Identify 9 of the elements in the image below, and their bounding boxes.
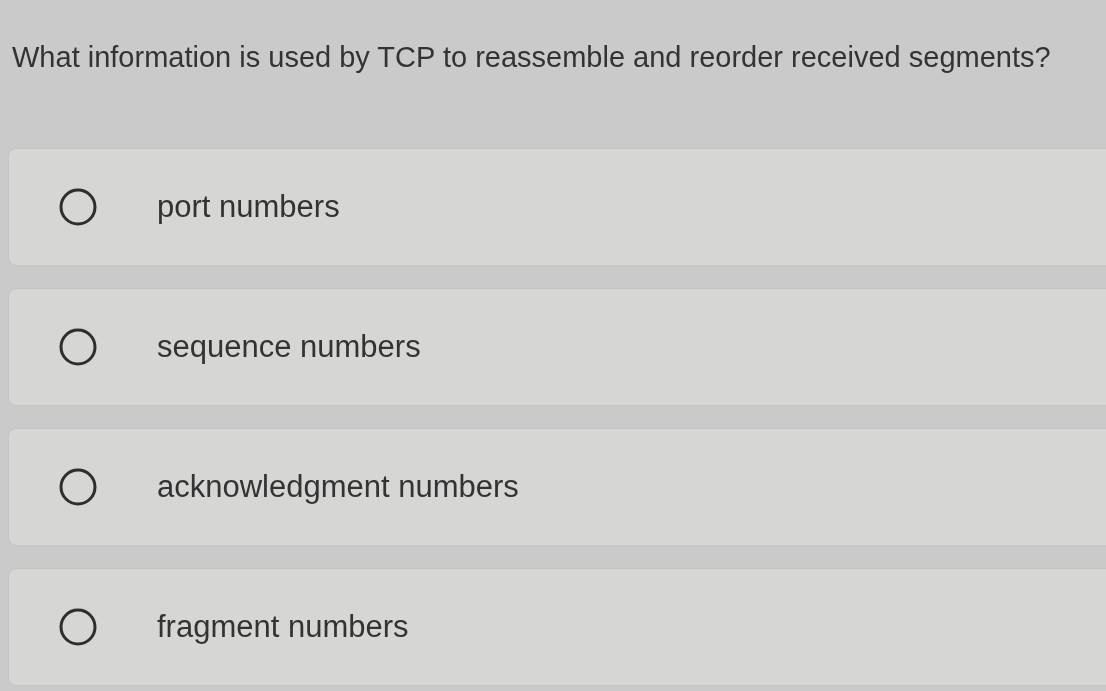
answer-option[interactable]: acknowledgment numbers bbox=[8, 428, 1106, 546]
answer-option[interactable]: fragment numbers bbox=[8, 568, 1106, 686]
radio-button[interactable] bbox=[59, 188, 97, 226]
question-text: What information is used by TCP to reassemble and reorder received segments? bbox=[11, 40, 1052, 75]
radio-button[interactable] bbox=[59, 608, 97, 646]
answer-option[interactable]: sequence numbers bbox=[8, 288, 1106, 406]
radio-button[interactable] bbox=[59, 468, 97, 506]
radio-button[interactable] bbox=[59, 328, 97, 366]
answer-option[interactable]: port numbers bbox=[8, 148, 1106, 266]
